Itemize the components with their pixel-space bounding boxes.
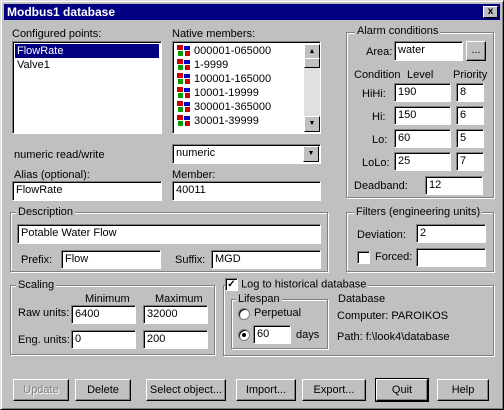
raw-min-input[interactable]: 6400 — [71, 305, 136, 324]
alarm-condition-label: Lo: — [372, 134, 388, 146]
dialog-window: Modbus1 database x Configured points: Fl… — [0, 0, 504, 410]
eng-max-input[interactable]: 200 — [143, 330, 208, 349]
native-members-label: Native members: — [172, 28, 256, 40]
deadband-label: Deadband: — [354, 180, 408, 192]
alarm-priority-input[interactable]: 5 — [456, 129, 484, 148]
update-button[interactable]: Update — [13, 379, 69, 401]
deviation-input[interactable]: 2 — [416, 224, 486, 243]
computer-text: Computer: PAROIKOS — [337, 310, 449, 322]
area-label: Area: — [366, 46, 393, 58]
deadband-input[interactable]: 12 — [425, 176, 483, 195]
scroll-down-icon[interactable]: ▼ — [304, 116, 320, 132]
area-browse-button[interactable]: ... — [466, 41, 486, 61]
native-member-text: 300001-365000 — [194, 101, 272, 113]
numeric-rw-label: numeric read/write — [14, 149, 105, 161]
forced-input[interactable] — [416, 248, 486, 267]
days-input[interactable]: 60 — [253, 325, 291, 344]
description-input[interactable]: Potable Water Flow — [17, 224, 321, 244]
minimum-label: Minimum — [85, 293, 130, 305]
alarm-level-input[interactable]: 150 — [394, 106, 451, 125]
scaling-group-label: Scaling — [16, 279, 57, 291]
forced-checkbox[interactable] — [357, 251, 370, 264]
prefix-label: Prefix: — [21, 254, 53, 266]
area-input[interactable]: water — [394, 41, 463, 61]
log-checkbox-row[interactable]: ✓ Log to historical database — [225, 278, 369, 291]
alarm-condition-label: Hi: — [372, 111, 386, 123]
raw-max-input[interactable]: 32000 — [143, 305, 208, 324]
alarm-level-input[interactable]: 60 — [394, 129, 451, 148]
register-icon — [177, 59, 190, 71]
configured-point-item[interactable]: FlowRate — [15, 44, 159, 58]
alias-label: Alias (optional): — [14, 169, 90, 181]
alarm-group-label: Alarm conditions — [355, 25, 441, 37]
native-member-text: 30001-39999 — [194, 115, 259, 127]
native-member-text: 10001-19999 — [194, 87, 259, 99]
native-member-item[interactable]: 100001-165000 — [175, 72, 301, 86]
forced-label: Forced: — [375, 251, 413, 263]
filters-group-label: Filters (engineering units) — [354, 206, 483, 218]
alarm-level-input[interactable]: 190 — [394, 83, 451, 102]
configured-point-item[interactable]: Valve1 — [15, 58, 159, 72]
lifespan-group-label: Lifespan — [236, 293, 282, 305]
eng-units-label: Eng. units: — [18, 334, 70, 346]
chevron-down-icon[interactable]: ▼ — [303, 146, 319, 162]
type-select[interactable]: numeric ▼ — [172, 144, 321, 164]
native-member-text: 1-9999 — [194, 59, 229, 71]
select-object-button[interactable]: Select object... — [146, 379, 226, 401]
member-label: Member: — [172, 169, 216, 181]
native-member-text: 000001-065000 — [194, 45, 272, 57]
native-members-list[interactable]: 000001-065000 1-9999 100001-165000 10001-19… — [172, 41, 321, 134]
path-text: Path: f:\look4\database — [337, 331, 450, 343]
native-member-item[interactable]: 10001-19999 — [175, 86, 301, 100]
configured-points-label: Configured points: — [12, 28, 102, 40]
database-group-label: Database — [336, 293, 388, 305]
native-member-item[interactable]: 300001-365000 — [175, 100, 301, 114]
register-icon — [177, 73, 190, 85]
register-icon — [177, 87, 190, 99]
import-button[interactable]: Import... — [236, 379, 296, 401]
alarm-priority-input[interactable]: 8 — [456, 83, 484, 102]
register-icon — [177, 115, 190, 127]
native-member-item[interactable]: 000001-065000 — [175, 44, 301, 58]
native-member-text: 100001-165000 — [194, 73, 272, 85]
native-member-item[interactable]: 1-9999 — [175, 58, 301, 72]
description-group-label: Description — [16, 206, 76, 218]
configured-points-list[interactable]: FlowRate Valve1 — [12, 41, 162, 134]
perpetual-label: Perpetual — [254, 307, 302, 319]
alarm-priority-input[interactable]: 7 — [456, 152, 484, 171]
window-title: Modbus1 database — [7, 5, 116, 19]
days-label: days — [296, 329, 320, 341]
suffix-input[interactable]: MGD — [211, 250, 321, 269]
perpetual-radio[interactable] — [238, 308, 250, 320]
alias-input[interactable]: FlowRate — [12, 181, 162, 201]
log-label: Log to historical database — [241, 278, 367, 291]
condition-header: Condition — [354, 69, 401, 81]
title-bar: Modbus1 database x — [4, 4, 500, 20]
level-header: Level — [407, 69, 434, 81]
register-icon — [177, 45, 190, 57]
maximum-label: Maximum — [155, 293, 203, 305]
member-input[interactable]: 40011 — [172, 181, 321, 201]
eng-min-input[interactable]: 0 — [71, 330, 136, 349]
close-button[interactable]: x — [483, 6, 498, 18]
deviation-label: Deviation: — [357, 229, 406, 241]
native-member-item[interactable]: 30001-39999 — [175, 114, 301, 128]
scroll-thumb[interactable] — [304, 58, 320, 68]
export-button[interactable]: Export... — [302, 379, 366, 401]
alarm-level-input[interactable]: 25 — [394, 152, 451, 171]
raw-units-label: Raw units: — [18, 307, 70, 319]
prefix-input[interactable]: Flow — [61, 250, 161, 269]
alarm-condition-label: LoLo: — [362, 157, 390, 169]
alarm-priority-input[interactable]: 6 — [456, 106, 484, 125]
alarm-condition-label: HiHi: — [362, 88, 386, 100]
delete-button[interactable]: Delete — [75, 379, 131, 401]
days-radio[interactable] — [238, 329, 250, 341]
priority-header: Priority — [453, 69, 488, 81]
suffix-label: Suffix: — [175, 254, 206, 266]
log-checkbox[interactable]: ✓ — [225, 278, 238, 291]
quit-button[interactable]: Quit — [375, 378, 429, 402]
help-button[interactable]: Help — [437, 379, 489, 401]
register-icon — [177, 101, 190, 113]
